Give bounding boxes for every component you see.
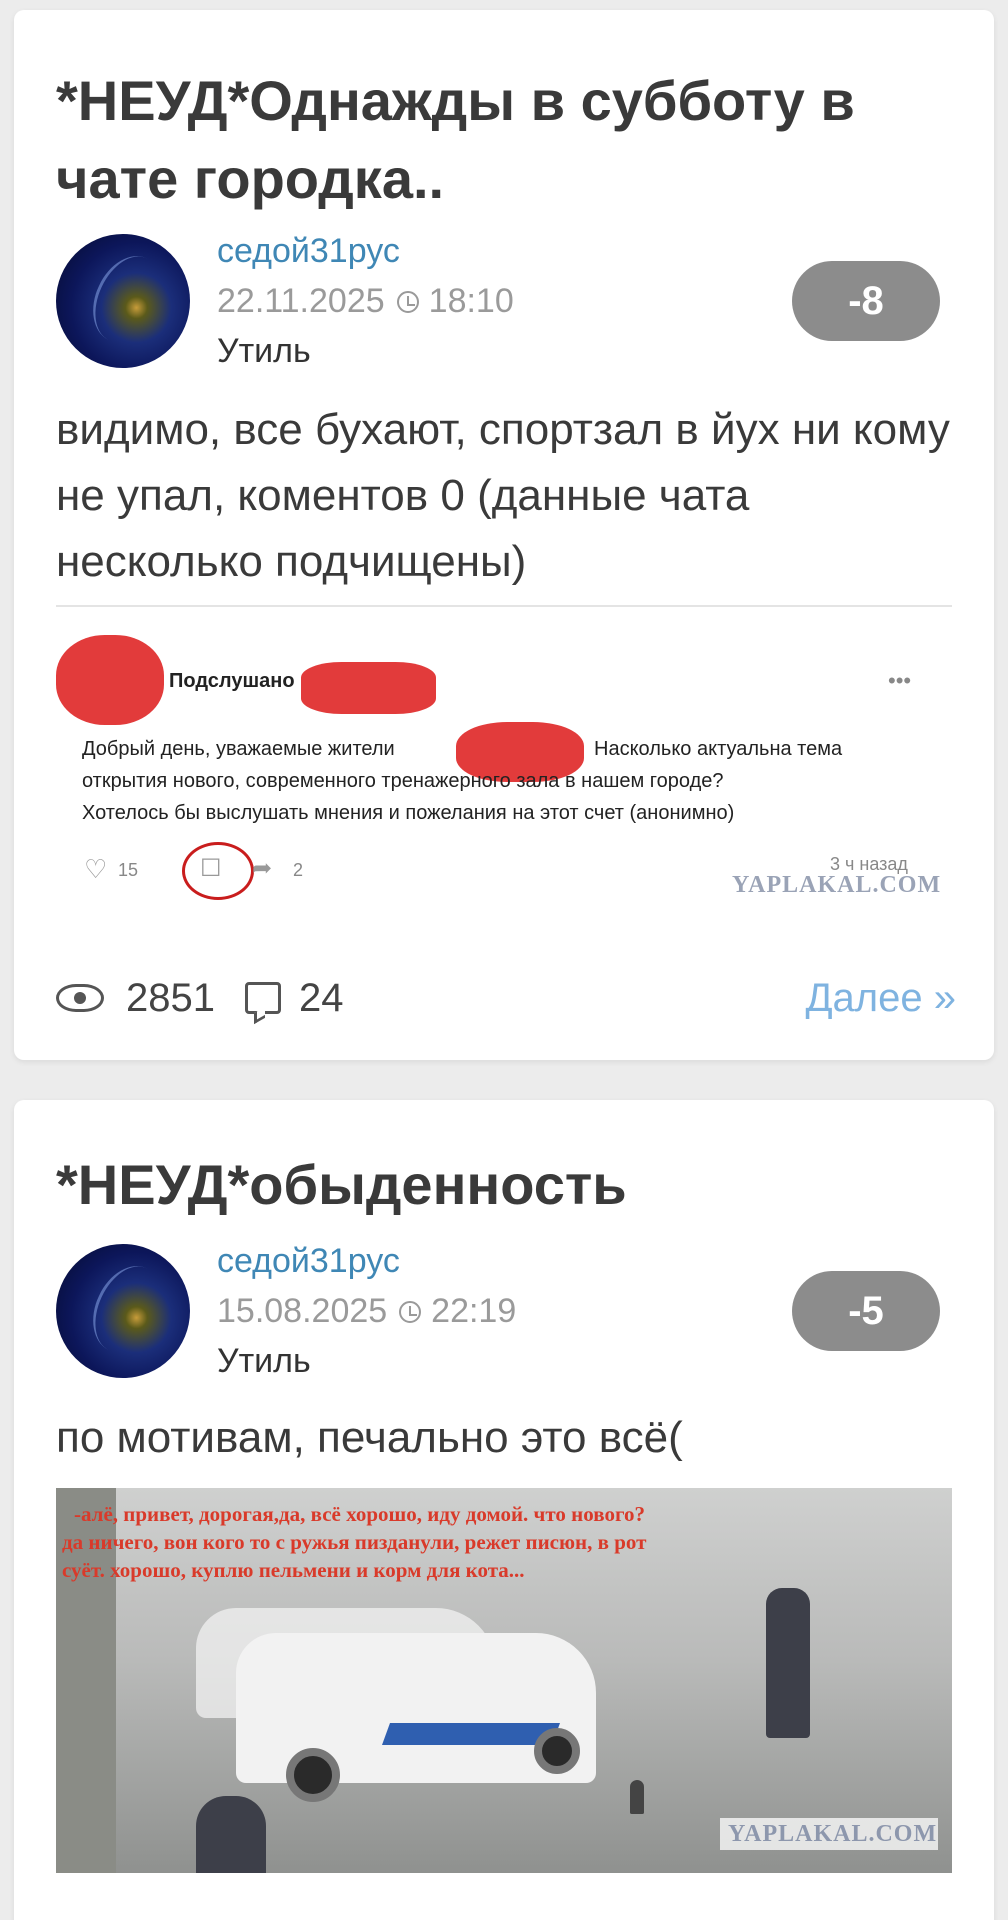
post-dateline: 22.11.2025 18:10	[217, 282, 514, 321]
eye-icon	[56, 984, 104, 1012]
post-card: *НЕУД*Однажды в субботу в чате городка..…	[14, 10, 994, 1060]
heart-icon: ♡	[84, 854, 108, 884]
avatar[interactable]	[56, 234, 190, 368]
image-group-name: Подслушано	[169, 670, 295, 692]
image-bottle	[630, 1780, 644, 1814]
comment-icon[interactable]	[244, 982, 281, 1014]
image-shares: 2	[293, 860, 304, 880]
image-car-stripe	[381, 1723, 561, 1745]
rating-badge[interactable]: -8	[792, 261, 940, 341]
redaction-blob	[56, 635, 164, 725]
image-wheel	[534, 1728, 580, 1774]
comment-icon: ☐	[200, 855, 222, 882]
comment-count[interactable]: 24	[299, 976, 344, 1021]
post-category[interactable]: Утиль	[217, 332, 311, 371]
post-date: 22.11.2025	[217, 282, 385, 320]
image-caption-line: суёт. хорошо, куплю пельмени и корм для …	[62, 1558, 525, 1582]
avatar[interactable]	[56, 1244, 190, 1378]
post-date: 15.08.2025	[217, 1292, 388, 1330]
post-time: 22:19	[431, 1292, 517, 1330]
image-caption-line: -алё, привет, дорогая,да, всё хорошо, ид…	[74, 1502, 645, 1526]
share-icon: ➦	[252, 855, 273, 882]
post-title[interactable]: *НЕУД*обыденность	[56, 1146, 936, 1224]
post-title[interactable]: *НЕУД*Однажды в субботу в чате городка..	[56, 62, 936, 218]
post-category[interactable]: Утиль	[217, 1342, 311, 1381]
post-stats: 2851 24 Далее »	[56, 968, 956, 1028]
rating-badge[interactable]: -5	[792, 1271, 940, 1351]
image-message-line: Насколько актуальна тема	[594, 738, 843, 760]
post-dateline: 15.08.2025 22:19	[217, 1292, 516, 1331]
clock-icon	[396, 290, 419, 313]
author-link[interactable]: седой31рус	[217, 1242, 400, 1281]
post-text: по мотивам, печально это всё(	[56, 1413, 683, 1462]
image-message-line: Хотелось бы выслушать мнения и пожелания…	[82, 802, 735, 824]
image-message-line: Добрый день, уважаемые жители	[82, 738, 395, 760]
image-wheel	[286, 1748, 340, 1802]
post-image[interactable]: -алё, привет, дорогая,да, всё хорошо, ид…	[56, 1488, 952, 1873]
post-text: видимо, все бухают, спортзал в йух ни ко…	[56, 405, 950, 586]
divider	[56, 605, 952, 607]
redaction-blob	[301, 662, 436, 714]
view-count: 2851	[126, 975, 215, 1020]
post-time: 18:10	[428, 282, 514, 320]
image-caption-line: да ничего, вон кого то с ружья пизданули…	[62, 1530, 647, 1554]
clock-icon	[399, 1300, 422, 1323]
watermark: YAPLAKAL.COM	[728, 1821, 938, 1847]
post-image[interactable]: Подслушано ••• Добрый день, уважаемые жи…	[56, 610, 952, 940]
image-message-line: открытия нового, современного тренажерно…	[82, 770, 724, 792]
menu-dots-icon: •••	[888, 668, 912, 693]
image-person	[196, 1796, 266, 1873]
image-person	[766, 1588, 810, 1738]
watermark: YAPLAKAL.COM	[732, 872, 942, 898]
author-link[interactable]: седой31рус	[217, 232, 400, 271]
image-likes: 15	[118, 860, 139, 880]
read-more-link[interactable]: Далее »	[805, 976, 956, 1021]
